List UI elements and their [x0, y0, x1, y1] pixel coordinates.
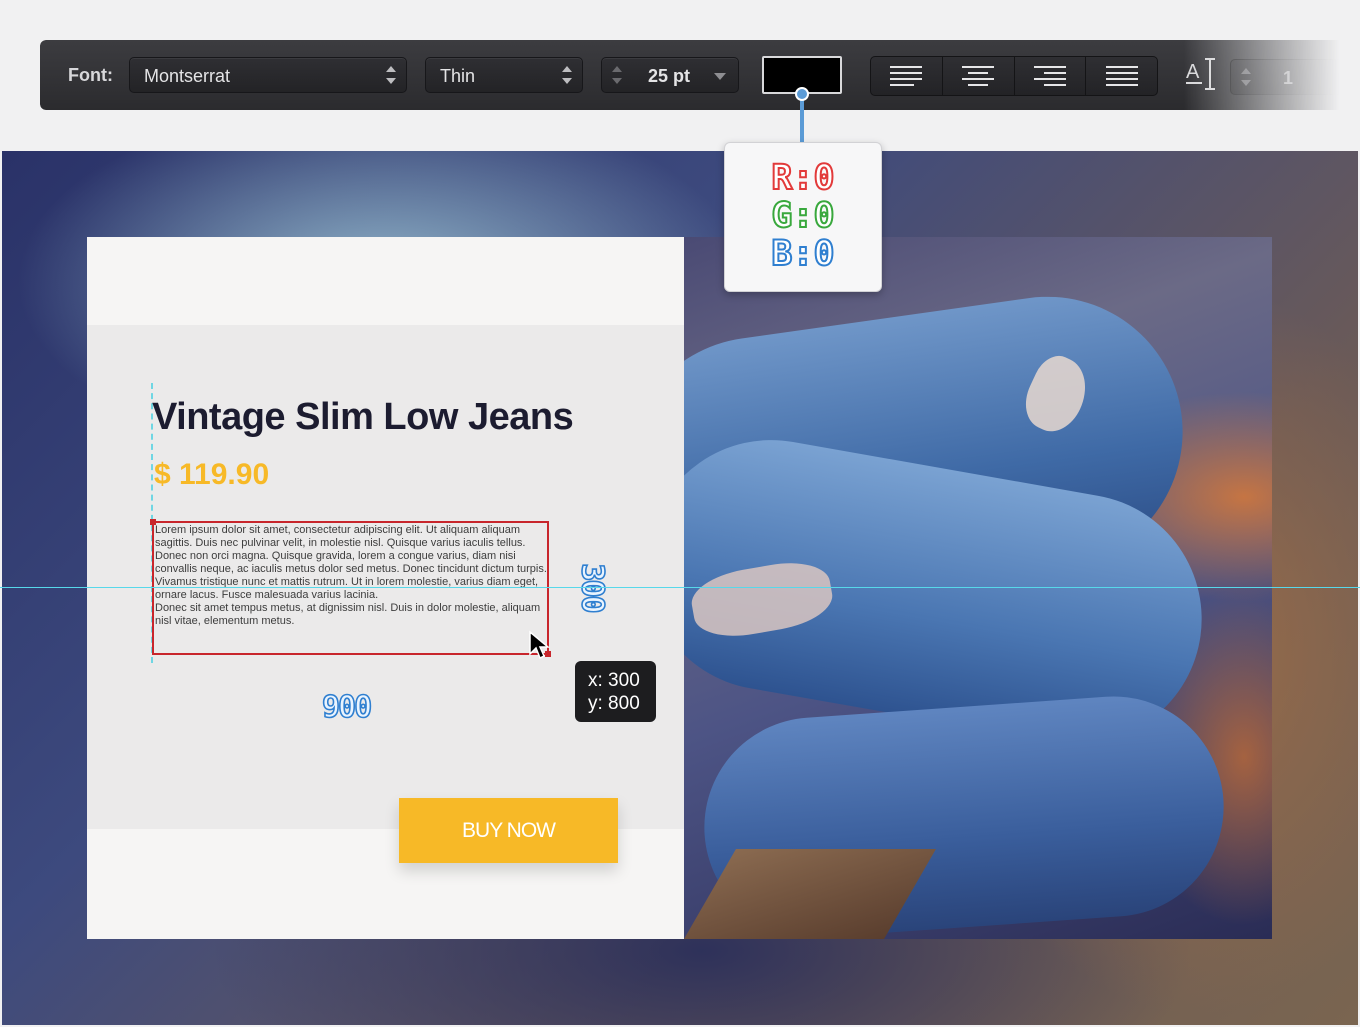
- rgb-color-popup: R:0 G:0 B:0: [724, 142, 882, 292]
- red-channel: R:0: [770, 158, 835, 198]
- svg-text:A: A: [1186, 61, 1200, 83]
- font-family-select[interactable]: Montserrat: [129, 57, 407, 93]
- font-label: Font:: [68, 65, 113, 85]
- text-format-toolbar: Font: Montserrat Thin 25 pt A 1: [40, 40, 1350, 110]
- green-channel: G:0: [770, 196, 835, 236]
- buy-now-button[interactable]: BUY NOW: [399, 798, 618, 863]
- align-left-icon: [890, 66, 923, 86]
- product-title[interactable]: Vintage Slim Low Jeans: [152, 396, 574, 439]
- horizontal-guide: [0, 587, 1360, 588]
- select-arrows-icon: [386, 64, 396, 86]
- cursor-y-coordinate: y: 800: [588, 693, 640, 714]
- font-weight-value: Thin: [440, 66, 476, 86]
- color-picker-anchor: [795, 87, 809, 101]
- text-alignment-group: [870, 56, 1158, 96]
- resize-handle-top-left[interactable]: [150, 519, 156, 525]
- product-price[interactable]: $ 119.90: [154, 458, 269, 492]
- align-center-icon: [962, 66, 995, 86]
- font-size-value: 25 pt: [648, 66, 691, 86]
- font-weight-select[interactable]: Thin: [425, 57, 583, 93]
- font-size-stepper[interactable]: 25 pt: [601, 57, 739, 93]
- align-right-icon: [1033, 66, 1066, 86]
- select-arrows-icon: [562, 64, 572, 86]
- product-photo-jeans: [684, 237, 1272, 939]
- description-text-box[interactable]: Lorem ipsum dolor sit amet, consectetur …: [150, 519, 551, 657]
- line-spacing-stepper[interactable]: 1: [1230, 59, 1350, 95]
- align-left-button[interactable]: [871, 57, 943, 95]
- justify-icon: [1105, 66, 1138, 86]
- justify-button[interactable]: [1086, 57, 1157, 95]
- chevron-down-icon[interactable]: [714, 73, 726, 80]
- baseline-shift-icon[interactable]: A: [1184, 56, 1218, 92]
- font-family-value: Montserrat: [144, 66, 231, 86]
- description-paragraph-1: Lorem ipsum dolor sit amet, consectetur …: [155, 524, 547, 601]
- width-measurement-label: 900: [321, 689, 373, 726]
- cursor-x-coordinate: x: 300: [588, 670, 640, 691]
- align-right-button[interactable]: [1015, 57, 1087, 95]
- cursor-coordinates-tooltip: x: 300 y: 800: [575, 661, 656, 722]
- line-spacing-value: 1: [1283, 68, 1294, 88]
- mouse-cursor-icon: [529, 630, 550, 660]
- blue-channel: B:0: [770, 234, 835, 274]
- description-paragraph-2: Donec sit amet tempus metus, at dignissi…: [155, 602, 541, 627]
- align-center-button[interactable]: [943, 57, 1015, 95]
- stepper-arrows-icon[interactable]: [612, 64, 622, 86]
- stepper-arrows-icon[interactable]: [1241, 66, 1251, 88]
